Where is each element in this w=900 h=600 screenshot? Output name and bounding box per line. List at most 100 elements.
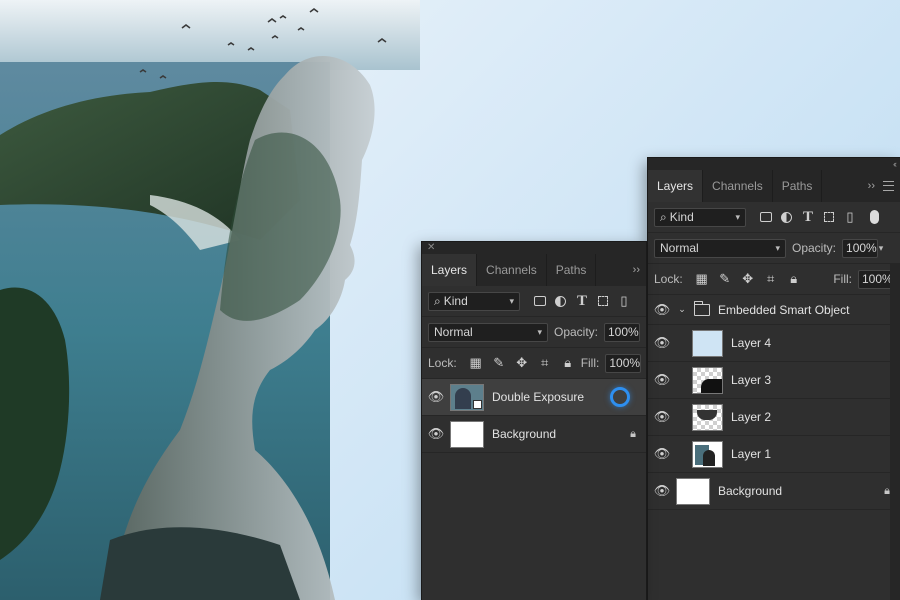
lock-paint-icon[interactable]: ✎ bbox=[492, 355, 506, 371]
layer-thumbnail bbox=[450, 420, 484, 448]
layer-name: Layer 3 bbox=[731, 373, 772, 387]
tab-layers[interactable]: Layers bbox=[422, 254, 478, 286]
chevron-down-icon[interactable]: ⌄ bbox=[676, 304, 688, 315]
tab-channels[interactable]: Channels bbox=[477, 254, 547, 286]
filter-row: ⌕ Kind ▾ T ▯ bbox=[648, 202, 900, 233]
close-icon[interactable]: ✕ bbox=[427, 243, 435, 253]
adjustment-filter-icon[interactable] bbox=[555, 295, 566, 307]
eye-icon[interactable]: 👁︎ bbox=[422, 389, 450, 405]
layer-row[interactable]: 👁︎ Layer 2 bbox=[648, 399, 900, 436]
expand-icon[interactable]: ›› bbox=[633, 264, 640, 276]
lock-transparent-icon[interactable]: ▦ bbox=[695, 271, 709, 287]
blend-row: Normal ▾ Opacity: 100% ▾ bbox=[648, 233, 900, 264]
shape-filter-icon[interactable] bbox=[824, 212, 834, 222]
lock-icons: ▦ ✎ ✥ ⌗ 🔒︎ bbox=[695, 271, 801, 287]
layers-list: 👁︎ ⌄ Embedded Smart Object 👁︎ Layer 4 👁︎… bbox=[648, 295, 900, 510]
filter-icons: T ▯ bbox=[760, 209, 879, 225]
collapse-icon[interactable]: ‹‹ bbox=[893, 159, 897, 169]
lock-icon: 🔒︎ bbox=[630, 427, 636, 440]
layer-name: Layer 2 bbox=[731, 410, 772, 424]
layer-thumbnail bbox=[692, 440, 723, 468]
panel-tabs: Layers Channels Paths ›› bbox=[422, 254, 646, 286]
blend-mode-select[interactable]: Normal ▾ bbox=[428, 322, 548, 342]
group-name: Embedded Smart Object bbox=[718, 302, 850, 317]
layers-panel-front: ✕ Layers Channels Paths ›› ⌕ Kind ▾ T ▯ … bbox=[422, 242, 646, 600]
layer-group-row[interactable]: 👁︎ ⌄ Embedded Smart Object bbox=[648, 295, 900, 325]
layer-row-selected[interactable]: 👁︎ Double Exposure bbox=[422, 379, 646, 416]
blend-row: Normal ▾ Opacity: 100% bbox=[422, 317, 646, 348]
lock-paint-icon[interactable]: ✎ bbox=[718, 271, 732, 287]
layer-row[interactable]: 👁︎ Background 🔒︎ bbox=[422, 416, 646, 453]
blend-mode-value: Normal bbox=[660, 241, 699, 255]
lock-label: Lock: bbox=[428, 356, 457, 370]
eye-icon[interactable]: 👁︎ bbox=[648, 409, 676, 425]
eye-icon[interactable]: 👁︎ bbox=[648, 483, 676, 499]
lock-all-icon[interactable]: 🔒︎ bbox=[561, 355, 575, 371]
filter-icons: T ▯ bbox=[534, 293, 631, 309]
kind-filter-select[interactable]: ⌕ Kind ▾ bbox=[654, 207, 746, 227]
shape-filter-icon[interactable] bbox=[598, 296, 608, 306]
lock-row: Lock: ▦ ✎ ✥ ⌗ 🔒︎ Fill: 100% bbox=[422, 348, 646, 379]
adjustment-filter-icon[interactable] bbox=[781, 211, 792, 223]
panel-scrollbar[interactable] bbox=[890, 264, 900, 600]
layer-row[interactable]: 👁︎ Layer 3 bbox=[648, 362, 900, 399]
pixel-filter-icon[interactable] bbox=[760, 212, 772, 222]
blend-mode-select[interactable]: Normal ▾ bbox=[654, 238, 786, 258]
filter-row: ⌕ Kind ▾ T ▯ bbox=[422, 286, 646, 317]
chevron-down-icon: ▾ bbox=[878, 242, 884, 253]
chevron-down-icon: ▾ bbox=[735, 211, 740, 222]
eye-icon[interactable]: 👁︎ bbox=[648, 372, 676, 388]
opacity-field[interactable]: 100% bbox=[604, 322, 640, 342]
lock-artboard-icon[interactable]: ⌗ bbox=[764, 271, 778, 287]
opacity-field[interactable]: 100% ▾ bbox=[842, 238, 883, 258]
chevron-down-icon: ▾ bbox=[537, 326, 542, 337]
type-filter-icon[interactable]: T bbox=[801, 209, 815, 225]
panel-menu[interactable]: ›› bbox=[627, 254, 646, 286]
layer-row[interactable]: 👁︎ Background 🔒︎ bbox=[648, 473, 900, 510]
smart-object-filter-icon[interactable]: ▯ bbox=[843, 209, 857, 224]
lock-move-icon[interactable]: ✥ bbox=[515, 355, 529, 371]
search-icon: ⌕ bbox=[434, 293, 441, 308]
opacity-label: Opacity: bbox=[792, 241, 837, 255]
opacity-value: 100% bbox=[608, 325, 639, 339]
eye-icon[interactable]: 👁︎ bbox=[422, 426, 450, 442]
tab-channels[interactable]: Channels bbox=[703, 170, 773, 202]
panel-chrome: ✕ bbox=[422, 242, 646, 254]
tab-layers[interactable]: Layers bbox=[648, 170, 704, 202]
search-icon: ⌕ bbox=[660, 209, 667, 224]
smart-object-filter-icon[interactable]: ▯ bbox=[617, 293, 631, 308]
type-filter-icon[interactable]: T bbox=[575, 293, 589, 309]
fill-label: Fill: bbox=[580, 356, 600, 370]
layer-row[interactable]: 👁︎ Layer 1 bbox=[648, 436, 900, 473]
fill-field[interactable]: 100% bbox=[605, 353, 642, 373]
fill-label: Fill: bbox=[833, 272, 852, 286]
layer-thumbnail bbox=[676, 477, 710, 505]
folder-icon bbox=[693, 300, 710, 316]
layer-name: Layer 1 bbox=[731, 447, 772, 461]
fill-field[interactable]: 100% ▾ bbox=[858, 269, 899, 289]
lock-all-icon[interactable]: 🔒︎ bbox=[787, 271, 801, 287]
kind-filter-select[interactable]: ⌕ Kind ▾ bbox=[428, 291, 520, 311]
layer-row[interactable]: 👁︎ Layer 4 bbox=[648, 325, 900, 362]
hamburger-menu-icon[interactable] bbox=[883, 181, 894, 191]
layers-panel-back: ‹‹ Layers Channels Paths ›› ⌕ Kind ▾ T ▯… bbox=[648, 158, 900, 600]
filter-toggle[interactable] bbox=[870, 210, 879, 224]
lock-icons: ▦ ✎ ✥ ⌗ 🔒︎ bbox=[469, 355, 575, 371]
opacity-label: Opacity: bbox=[553, 325, 598, 339]
lock-move-icon[interactable]: ✥ bbox=[741, 271, 755, 287]
kind-label: Kind bbox=[669, 210, 694, 224]
panel-menu[interactable]: ›› bbox=[862, 170, 900, 202]
eye-icon[interactable]: 👁︎ bbox=[648, 446, 676, 462]
smart-object-thumbnail bbox=[450, 383, 484, 411]
tab-paths[interactable]: Paths bbox=[547, 254, 597, 286]
tab-paths[interactable]: Paths bbox=[773, 170, 823, 202]
pixel-filter-icon[interactable] bbox=[534, 296, 546, 306]
eye-icon[interactable]: 👁︎ bbox=[648, 335, 676, 351]
lock-artboard-icon[interactable]: ⌗ bbox=[538, 355, 552, 371]
kind-label: Kind bbox=[443, 294, 468, 308]
layer-name: Background bbox=[492, 427, 557, 441]
panel-tabs: Layers Channels Paths ›› bbox=[648, 170, 900, 202]
eye-icon[interactable]: 👁︎ bbox=[648, 302, 676, 318]
lock-transparent-icon[interactable]: ▦ bbox=[469, 355, 483, 371]
expand-icon[interactable]: ›› bbox=[868, 180, 875, 192]
